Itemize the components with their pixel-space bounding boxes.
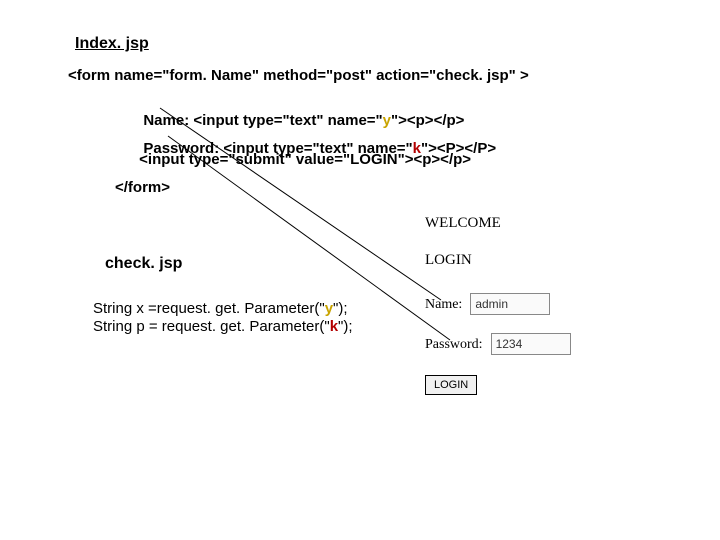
index-src-line-5: </form> <box>115 179 170 196</box>
title-index-jsp: Index. jsp <box>75 35 149 53</box>
param-k: k <box>330 318 338 335</box>
text: String p = request. get. Parameter(" <box>93 318 330 335</box>
login-button[interactable]: LOGIN <box>425 375 477 395</box>
name-label: Name: <box>425 297 462 312</box>
param-y: y <box>325 300 333 317</box>
index-src-line-4: <input type="submit" value="LOGIN"><p></… <box>135 151 471 168</box>
text: String x =request. get. Parameter(" <box>93 300 325 317</box>
check-src-line-2: String p = request. get. Parameter("k"); <box>93 318 353 335</box>
password-label: Password: <box>425 337 483 352</box>
login-button-wrap: LOGIN <box>425 375 477 395</box>
text: "); <box>333 300 348 317</box>
login-heading: LOGIN <box>425 252 472 269</box>
welcome-heading: WELCOME <box>425 215 501 232</box>
text: "); <box>338 318 353 335</box>
title-check-jsp: check. jsp <box>105 255 182 273</box>
password-row: Password: <box>425 333 571 355</box>
check-src-line-1: String x =request. get. Parameter("y"); <box>93 300 348 317</box>
name-input[interactable] <box>470 293 550 315</box>
password-input[interactable] <box>491 333 571 355</box>
index-src-line-1: <form name="form. Name" method="post" ac… <box>68 67 529 84</box>
name-row: Name: <box>425 293 550 315</box>
